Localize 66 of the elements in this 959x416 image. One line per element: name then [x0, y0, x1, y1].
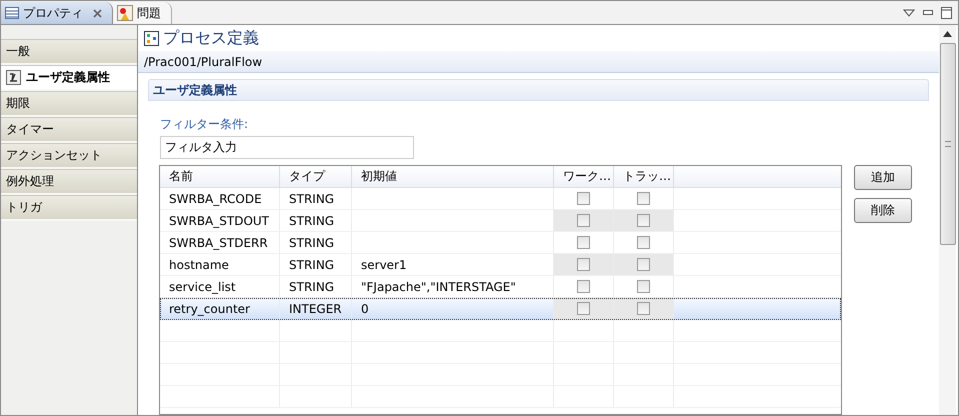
checkbox[interactable] — [577, 302, 590, 315]
table-icon — [5, 7, 19, 19]
scroll-thumb[interactable] — [940, 43, 956, 245]
checkbox[interactable] — [637, 236, 650, 249]
table-cell: hostname — [169, 258, 229, 272]
minimize-icon[interactable] — [923, 10, 933, 16]
table-cell: STRING — [289, 236, 334, 250]
checkbox[interactable] — [577, 214, 590, 227]
sidebar-item[interactable]: ユーザ定義属性 — [1, 65, 137, 91]
checkbox[interactable] — [637, 302, 650, 315]
maximize-icon[interactable] — [941, 6, 952, 18]
table-cell: server1 — [361, 258, 407, 272]
filter-field[interactable]: フィルタ入力 — [160, 136, 414, 159]
path-text: /Prac001/PluralFlow — [138, 51, 939, 73]
checkbox[interactable] — [577, 192, 590, 205]
checkbox[interactable] — [637, 214, 650, 227]
table-row[interactable]: SWRBA_RCODE STRING — [160, 188, 841, 210]
sidebar-item[interactable]: トリガ — [1, 195, 137, 221]
checkbox[interactable] — [577, 258, 590, 271]
sidebar-item[interactable]: 期限 — [1, 91, 137, 117]
table-cell: "FJapache","INTERSTAGE" — [361, 280, 516, 294]
sidebar-item[interactable]: 一般 — [1, 39, 137, 65]
table-cell: STRING — [289, 192, 334, 206]
table-row[interactable]: retry_counter INTEGER 0 — [160, 298, 841, 320]
column-header[interactable]: ワーク… — [554, 166, 614, 187]
column-header[interactable]: 名前 — [160, 166, 280, 187]
filter-label: フィルター条件: — [160, 116, 250, 132]
table-cell: SWRBA_STDERR — [169, 236, 268, 250]
view-tab[interactable]: プロパティ — [1, 2, 113, 24]
table-cell: service_list — [169, 280, 236, 294]
column-header[interactable]: タイプ — [280, 166, 352, 187]
table-row[interactable]: SWRBA_STDOUT STRING — [160, 210, 841, 232]
action-button[interactable]: 追加 — [854, 165, 912, 190]
table-cell: STRING — [289, 214, 334, 228]
table-cell: STRING — [289, 280, 334, 294]
view-menu-icon[interactable] — [903, 8, 915, 16]
table-cell: STRING — [289, 258, 334, 272]
warning-icon — [117, 5, 133, 21]
sidebar-item[interactable]: タイマー — [1, 117, 137, 143]
table-cell: INTEGER — [289, 302, 342, 316]
process-icon — [144, 30, 159, 46]
checkbox[interactable] — [637, 192, 650, 205]
table-row[interactable]: hostname STRING server1 — [160, 254, 841, 276]
tab-label: 問題 — [137, 4, 161, 22]
table-cell: SWRBA_STDOUT — [169, 214, 270, 228]
scrollbar[interactable] — [939, 25, 956, 415]
column-header[interactable]: トラッ… — [614, 166, 674, 187]
view-tab[interactable]: 問題 — [113, 2, 172, 24]
column-header[interactable]: 初期値 — [352, 166, 554, 187]
tab-label: プロパティ — [23, 4, 83, 22]
checkbox[interactable] — [637, 280, 650, 293]
scroll-up-icon[interactable] — [943, 31, 952, 37]
page-title: プロセス定義 — [163, 28, 259, 49]
section-header[interactable]: ユーザ定義属性 — [148, 79, 929, 101]
sidebar-item[interactable]: アクションセット — [1, 143, 137, 169]
sidebar-item[interactable]: 例外処理 — [1, 169, 137, 195]
table-row[interactable]: SWRBA_STDERR STRING — [160, 232, 841, 254]
table-cell: 0 — [361, 302, 369, 316]
close-icon[interactable] — [93, 8, 102, 18]
checkbox[interactable] — [637, 258, 650, 271]
table-cell: SWRBA_RCODE — [169, 192, 262, 206]
checkbox[interactable] — [577, 236, 590, 249]
checkbox[interactable] — [577, 280, 590, 293]
action-button[interactable]: 削除 — [854, 198, 912, 223]
table-cell: retry_counter — [169, 302, 250, 316]
variable-icon — [6, 70, 21, 85]
